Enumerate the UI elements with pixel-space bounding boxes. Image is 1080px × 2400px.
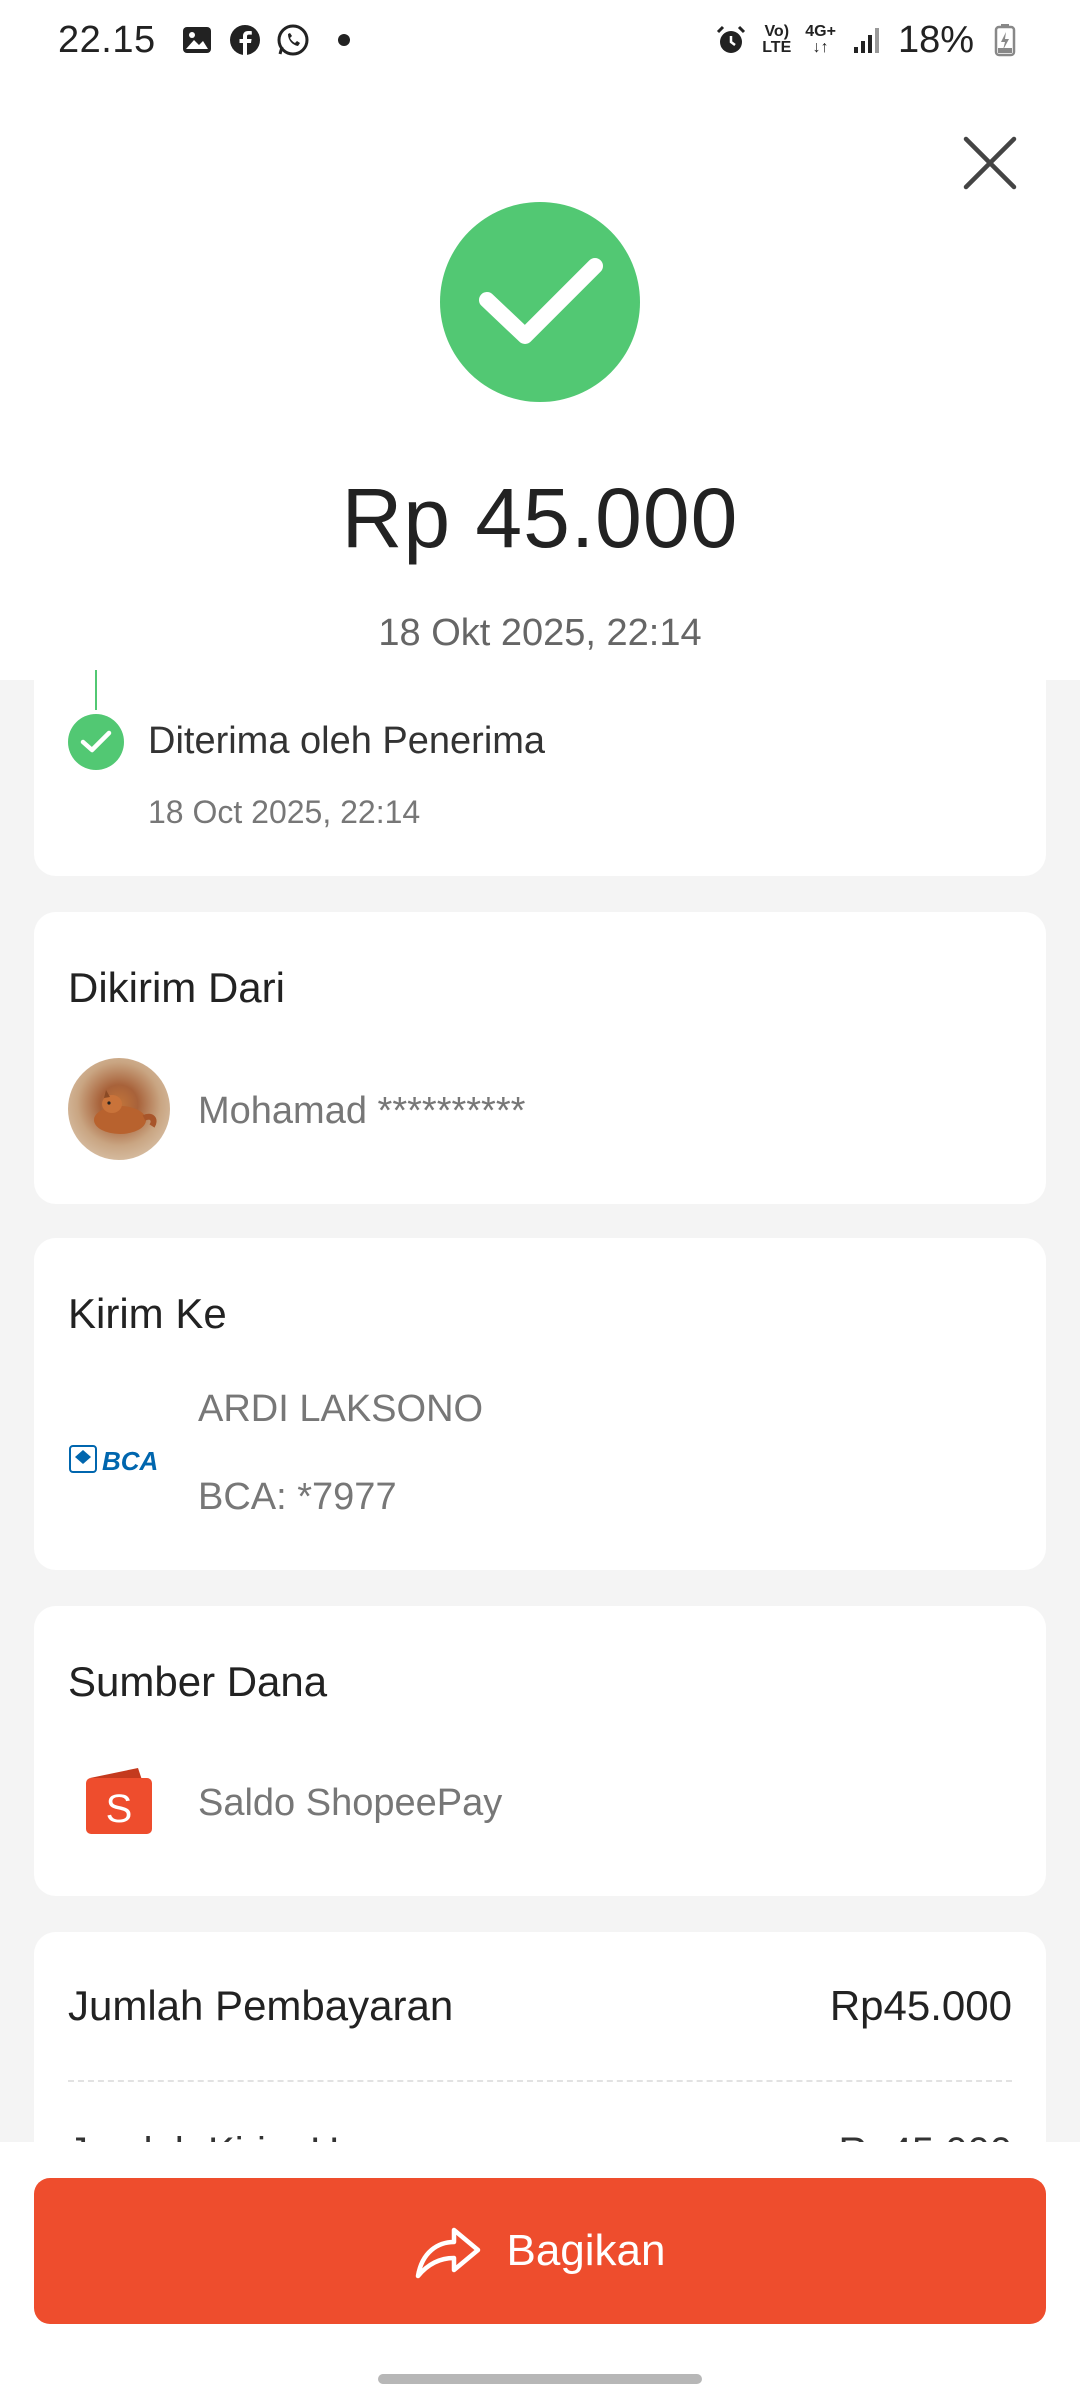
facebook-icon <box>228 23 262 57</box>
sender-avatar <box>68 1058 170 1160</box>
network-type: 4G+ <box>805 23 836 40</box>
share-button[interactable]: Bagikan <box>34 2178 1046 2324</box>
bca-logo-text: BCA <box>102 1446 158 1476</box>
status-time: 22.15 <box>58 18 156 61</box>
recipient-title: Kirim Ke <box>68 1290 227 1337</box>
status-left: 22.15 <box>58 19 350 62</box>
close-icon <box>963 136 1017 190</box>
recipient-account: BCA: *7977 <box>198 1476 397 1518</box>
signal-icon <box>850 23 884 57</box>
bca-logo-icon: BCA <box>68 1434 170 1484</box>
dashed-divider <box>68 2080 1012 2082</box>
bottom-action-bar: Bagikan <box>0 2142 1080 2400</box>
fund-source-name: Saldo ShopeePay <box>198 1782 503 1824</box>
payment-label: Jumlah Pembayaran <box>68 1982 454 2029</box>
data-arrows-icon: ↓↑ <box>812 39 829 56</box>
battery-percentage: 18% <box>897 18 974 61</box>
timeline-check-icon <box>68 714 124 770</box>
recipient-name: ARDI LAKSONO <box>198 1388 484 1430</box>
success-header: Rp 45.000 18 Okt 2025, 22:14 <box>0 80 1080 680</box>
4g-data-icon: 4G+ ↓↑ <box>805 24 836 56</box>
close-button[interactable] <box>955 128 1025 198</box>
recipient-card: Kirim Ke BCA ARDI LAKSONO BCA: *7977 <box>34 1238 1046 1570</box>
timeline-date: 18 Oct 2025, 22:14 <box>148 794 421 830</box>
status-timeline-card: Diterima oleh Penerima 18 Oct 2025, 22:1… <box>34 670 1046 876</box>
volte-bottom: LTE <box>762 39 792 56</box>
whatsapp-icon <box>276 23 310 57</box>
battery-charging-icon <box>988 23 1022 57</box>
transaction-date: 18 Okt 2025, 22:14 <box>378 612 702 654</box>
share-label: Bagikan <box>506 2226 666 2275</box>
gallery-icon <box>180 23 214 57</box>
payment-summary-card: Jumlah Pembayaran Rp45.000 Jumlah Kirim … <box>34 1932 1046 2174</box>
transaction-success-screen: 22.15 Vo) LTE 4G+ ↓↑ 18% Rp 45.000 18 Ok… <box>0 0 1080 2400</box>
alarm-icon <box>714 23 748 57</box>
status-bar: 22.15 Vo) LTE 4G+ ↓↑ 18% <box>0 0 1080 80</box>
shopeepay-icon: S <box>80 1762 158 1840</box>
sender-name: Mohamad ********** <box>198 1090 526 1132</box>
sender-title: Dikirim Dari <box>68 964 285 1011</box>
notification-dot <box>337 34 350 46</box>
status-right: Vo) LTE 4G+ ↓↑ 18% <box>714 19 1022 62</box>
fund-source-card: Sumber Dana S Saldo ShopeePay <box>34 1606 1046 1896</box>
home-indicator[interactable] <box>378 2374 702 2384</box>
success-check-icon <box>440 202 640 402</box>
svg-text:S: S <box>106 1787 133 1831</box>
timeline-status: Diterima oleh Penerima <box>148 720 546 762</box>
fund-source-title: Sumber Dana <box>68 1658 328 1705</box>
sender-card: Dikirim Dari Mohamad ********** <box>34 912 1046 1204</box>
share-icon <box>416 2227 481 2279</box>
payment-value: Rp45.000 <box>829 1982 1012 2029</box>
timeline-connector <box>95 670 97 710</box>
volte-top: Vo) <box>764 23 790 40</box>
volte-icon: Vo) LTE <box>762 24 791 56</box>
transaction-amount: Rp 45.000 <box>341 471 739 565</box>
